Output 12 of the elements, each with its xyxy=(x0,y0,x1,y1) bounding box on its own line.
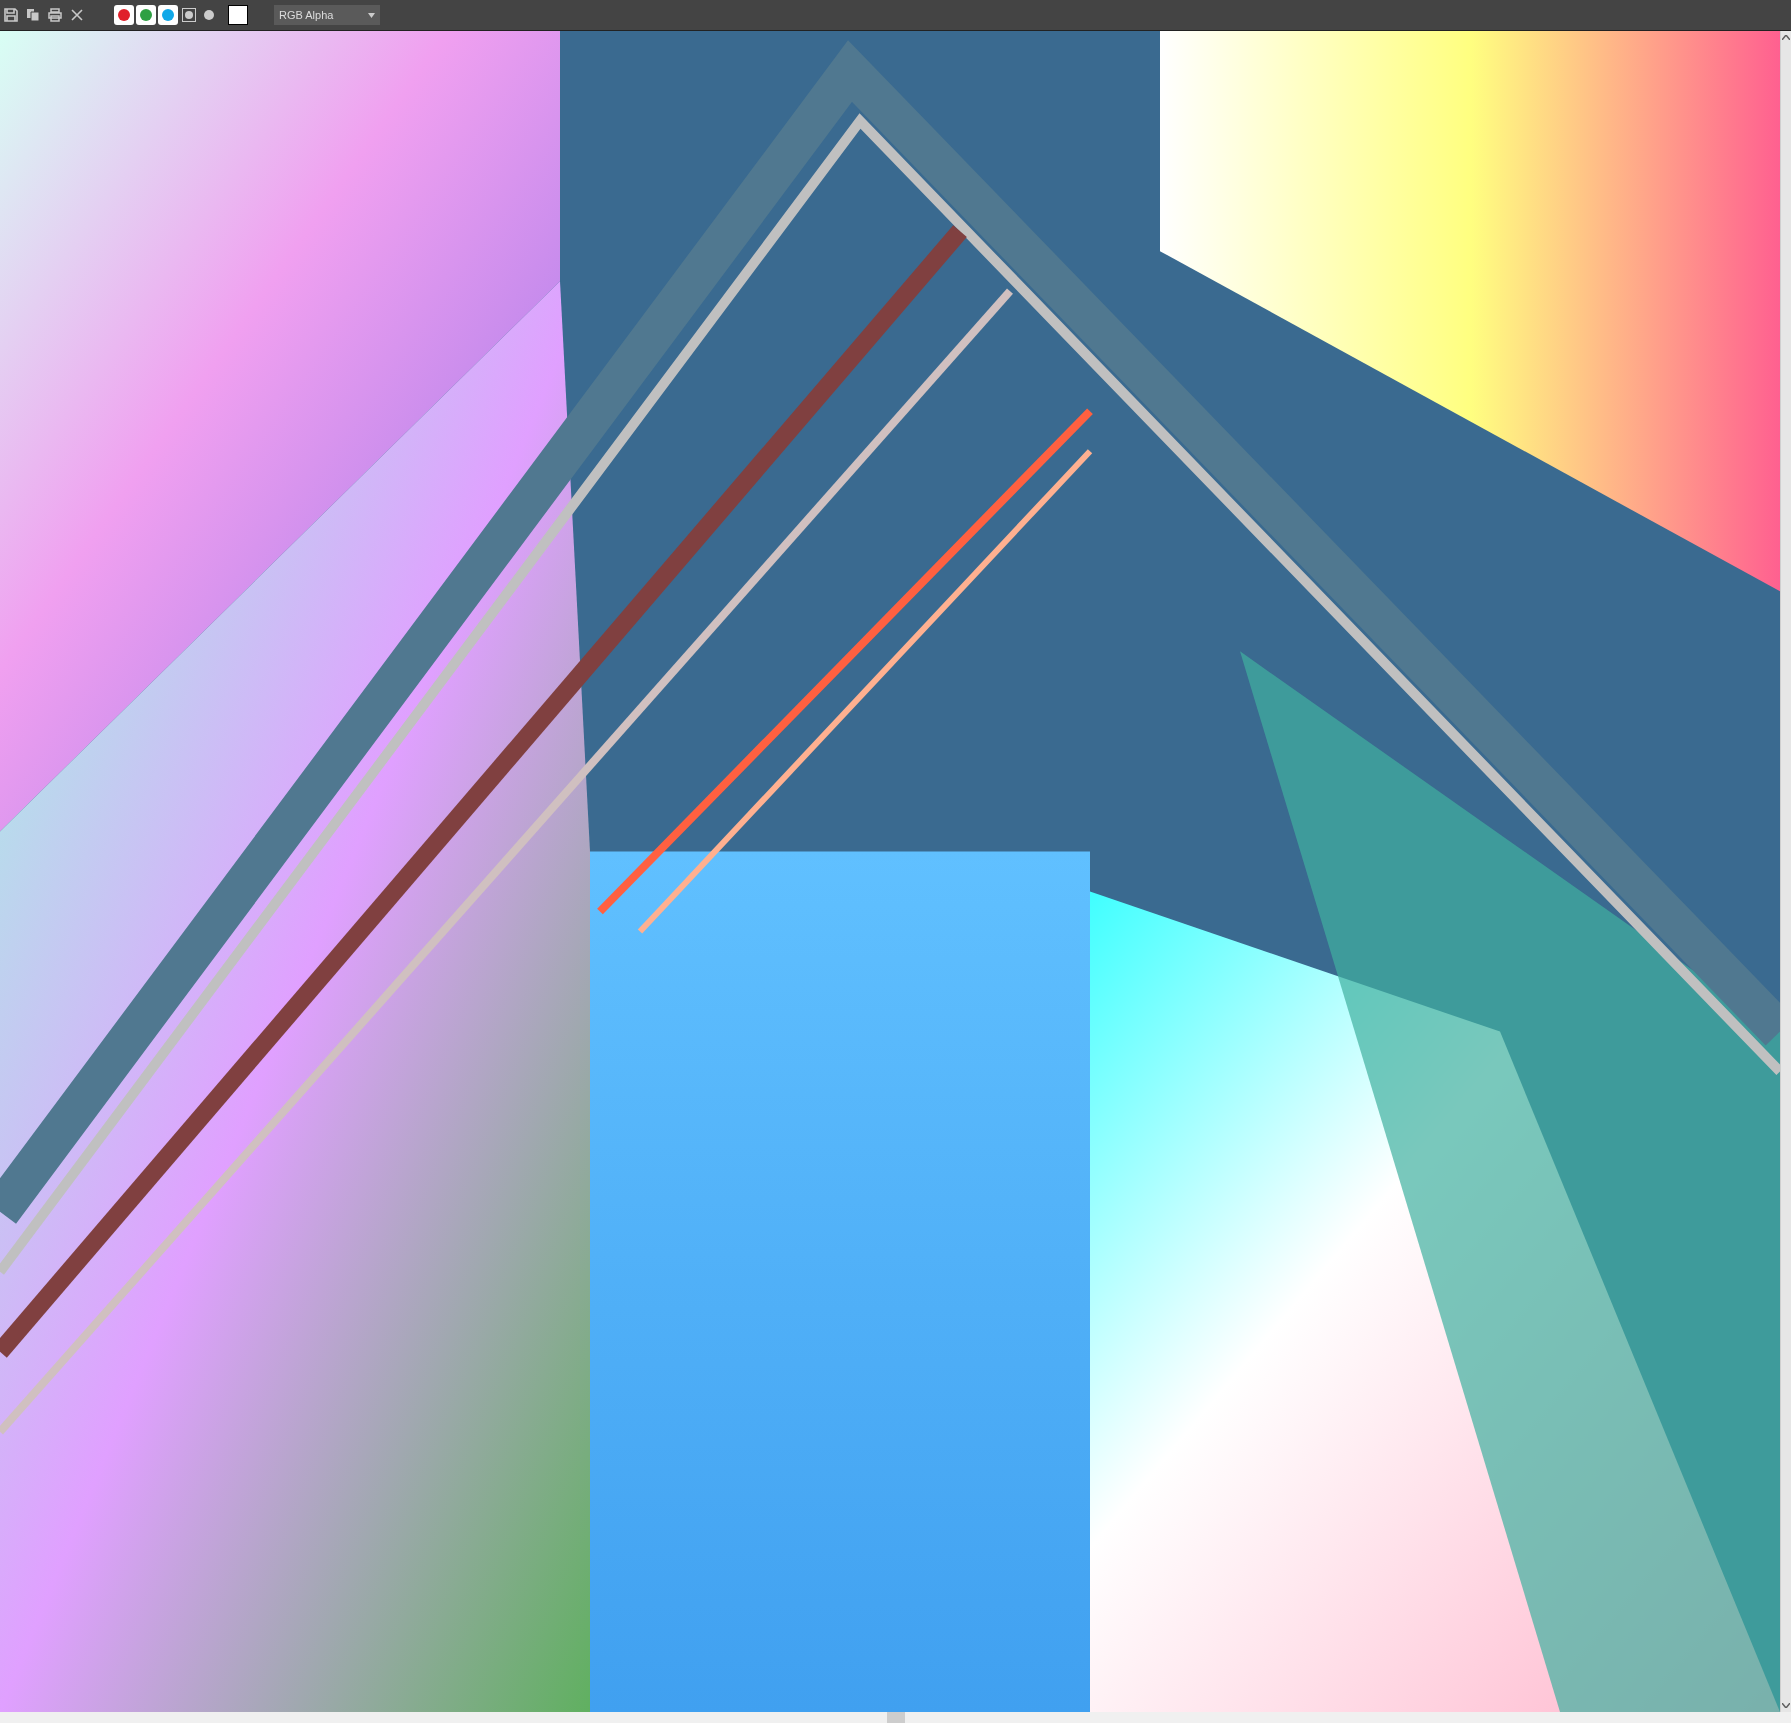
save-icon[interactable] xyxy=(4,8,18,22)
print-icon[interactable] xyxy=(48,8,62,22)
copy-icon[interactable] xyxy=(26,8,40,22)
vertical-scrollbar[interactable] xyxy=(1780,31,1791,1712)
color-swatch[interactable] xyxy=(228,5,248,25)
scroll-up-icon[interactable] xyxy=(1782,35,1790,40)
caret-icon xyxy=(368,12,375,18)
scroll-down-icon[interactable] xyxy=(1782,1703,1790,1708)
scrollbar-thumb[interactable] xyxy=(886,1712,905,1723)
alpha-toggle[interactable] xyxy=(180,6,198,24)
display-channel-dropdown[interactable]: RGB Alpha xyxy=(274,5,380,25)
close-icon[interactable] xyxy=(70,8,84,22)
